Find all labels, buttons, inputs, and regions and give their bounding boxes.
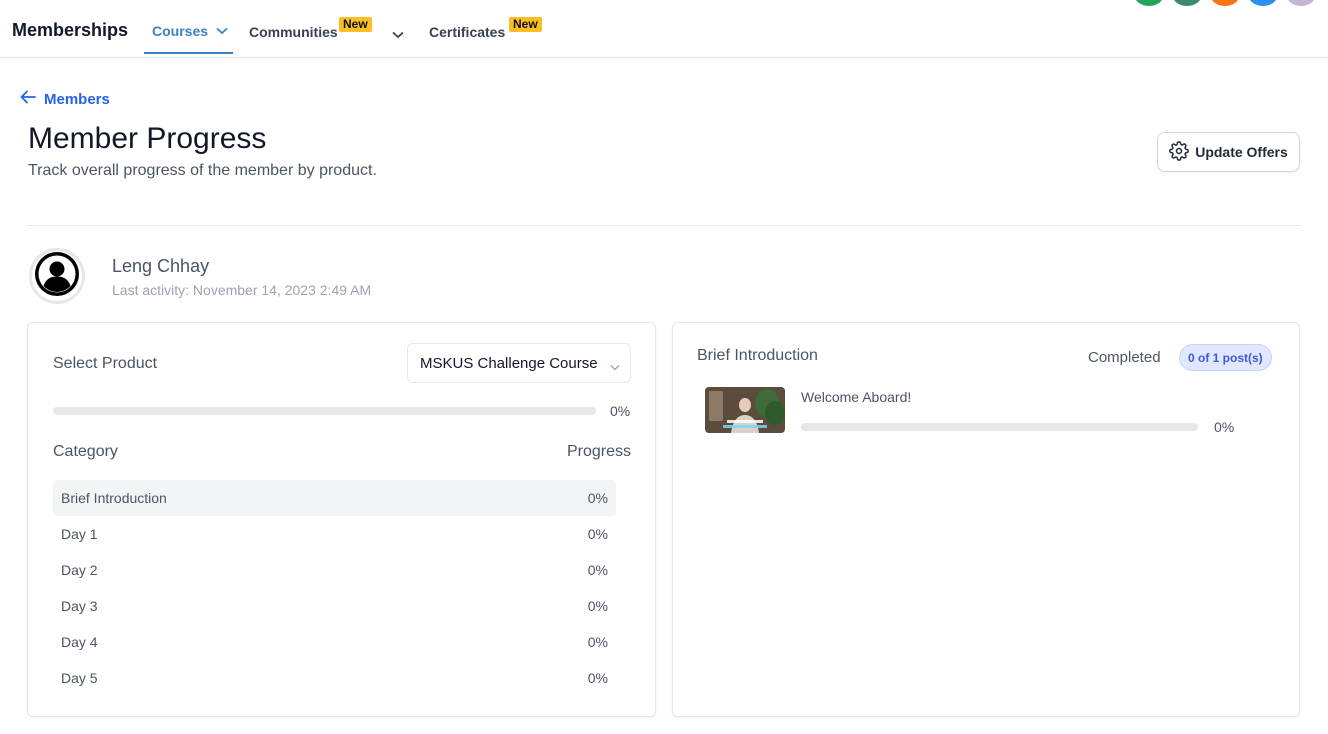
category-progress: 0%	[587, 598, 608, 614]
tab-certificates-label: Certificates	[429, 24, 506, 40]
avatar	[29, 248, 85, 304]
tab-certificates[interactable]: Certificates	[429, 0, 505, 56]
overall-progress-value: 0%	[610, 403, 631, 419]
tab-communities[interactable]: Communities	[249, 0, 338, 56]
avatar[interactable]	[1210, 0, 1240, 6]
chevron-down-icon[interactable]	[392, 26, 404, 44]
video-thumbnail	[705, 387, 785, 433]
overall-progress-bar	[53, 407, 596, 415]
arrow-left-icon	[20, 90, 36, 108]
category-progress: 0%	[587, 490, 608, 506]
post-title: Welcome Aboard!	[801, 389, 912, 405]
update-offers-label: Update Offers	[1195, 144, 1288, 160]
chevron-down-icon	[610, 358, 620, 375]
category-progress: 0%	[587, 526, 608, 542]
category-name: Day 4	[61, 634, 98, 650]
new-badge: New	[509, 17, 542, 32]
back-link-label: Members	[44, 90, 110, 108]
post-item[interactable]: Welcome Aboard! 0%	[705, 387, 1245, 435]
list-item[interactable]: Day 2 0%	[53, 552, 616, 588]
progress-header: Progress	[566, 443, 631, 460]
category-header: Category	[53, 443, 118, 460]
gear-icon	[1169, 140, 1190, 164]
member-name: Leng Chhay	[112, 256, 210, 276]
category-name: Day 5	[61, 670, 98, 686]
category-name: Brief Introduction	[61, 490, 167, 506]
list-item[interactable]: Day 3 0%	[53, 588, 616, 624]
category-name: Day 1	[61, 526, 98, 542]
top-nav: Memberships Courses Communities New Cert…	[0, 0, 1328, 58]
new-badge: New	[339, 17, 372, 32]
list-item[interactable]: Day 1 0%	[53, 516, 616, 552]
back-to-members-link[interactable]: Members	[20, 90, 110, 108]
product-progress-card: Select Product MSKUS Challenge Course 0%…	[27, 322, 656, 717]
page-subtitle: Track overall progress of the member by …	[28, 162, 377, 179]
category-list: Brief Introduction 0% Day 1 0% Day 2 0% …	[53, 480, 616, 696]
category-progress: 0%	[587, 562, 608, 578]
avatar[interactable]	[1286, 0, 1316, 6]
post-progress-bar	[801, 423, 1198, 431]
tab-courses[interactable]: Courses	[144, 0, 233, 56]
post-progress-value: 0%	[1214, 419, 1235, 435]
completed-label: Completed	[1088, 349, 1161, 366]
divider	[27, 225, 1300, 226]
category-progress: 0%	[587, 670, 608, 686]
list-item[interactable]: Day 5 0%	[53, 660, 616, 696]
user-icon	[33, 250, 81, 303]
brand-title: Memberships	[12, 20, 129, 40]
member-last-activity: Last activity: November 14, 2023 2:49 AM	[112, 282, 372, 298]
chevron-down-icon	[216, 22, 228, 38]
category-detail-card: Brief Introduction Completed 0 of 1 post…	[672, 322, 1300, 717]
tab-courses-label: Courses	[152, 23, 209, 39]
category-name: Day 3	[61, 598, 98, 614]
page-title: Member Progress	[28, 122, 267, 155]
list-item[interactable]: Day 4 0%	[53, 624, 616, 660]
product-select-value: MSKUS Challenge Course	[420, 354, 598, 372]
category-title: Brief Introduction	[697, 347, 818, 364]
select-product-label: Select Product	[53, 355, 158, 372]
category-name: Day 2	[61, 562, 98, 578]
category-progress: 0%	[587, 634, 608, 650]
avatar[interactable]	[1134, 0, 1164, 6]
tab-communities-label: Communities	[249, 24, 338, 40]
avatar[interactable]	[1172, 0, 1202, 6]
avatar[interactable]	[1248, 0, 1278, 6]
update-offers-button[interactable]: Update Offers	[1157, 132, 1300, 172]
product-select[interactable]: MSKUS Challenge Course	[407, 343, 631, 383]
list-item[interactable]: Brief Introduction 0%	[53, 480, 616, 516]
completed-count-badge: 0 of 1 post(s)	[1179, 344, 1272, 371]
user-avatars	[1134, 0, 1316, 6]
